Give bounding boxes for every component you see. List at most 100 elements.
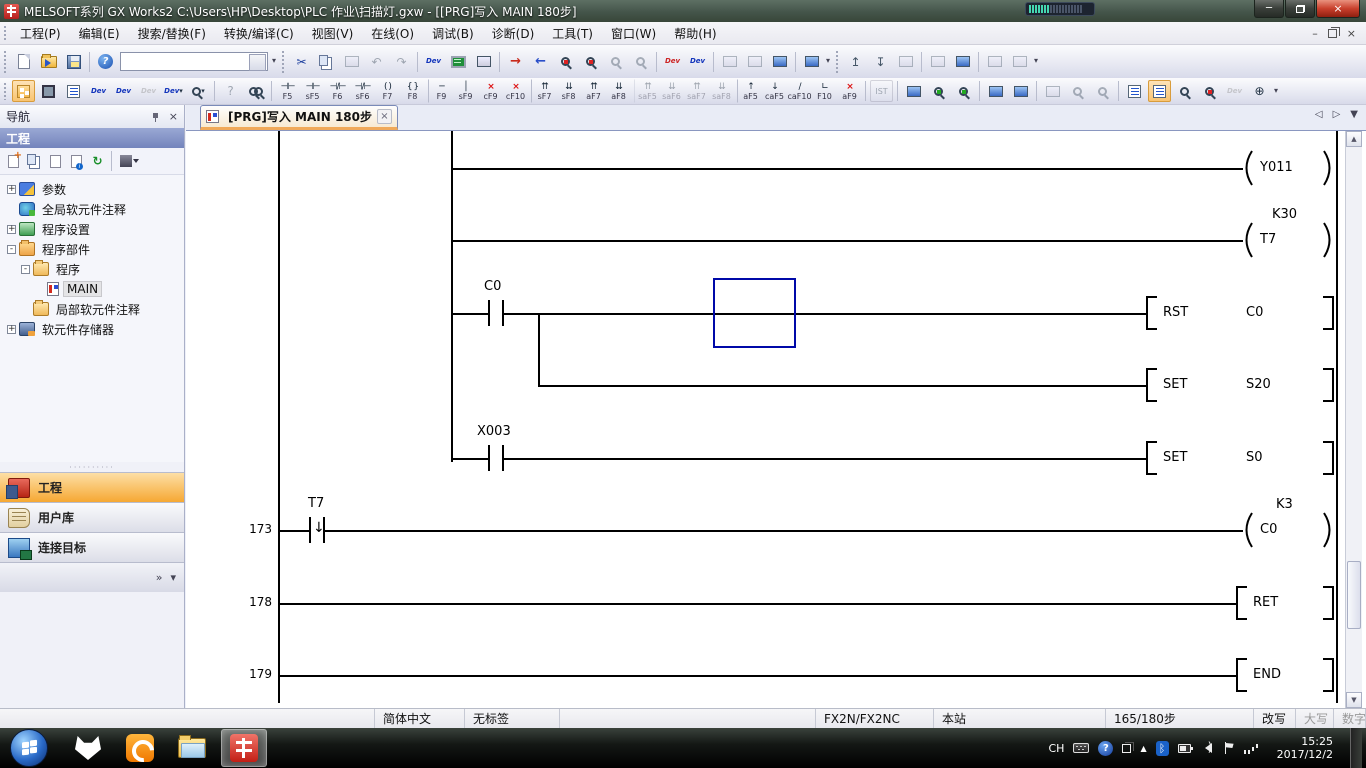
ladder-symbol-button[interactable]: ⇈ saF7	[684, 79, 709, 103]
set-s0-operand-label[interactable]: S0	[1246, 450, 1263, 465]
navigation-window-toggle[interactable]	[12, 80, 35, 102]
ladder-symbol-button[interactable]: × cF10	[503, 79, 528, 103]
window-tile-button[interactable]	[718, 50, 741, 73]
jump-device-button[interactable]	[1009, 80, 1032, 102]
menu-item[interactable]: 在线(O)	[362, 22, 423, 45]
function-block-button[interactable]	[37, 80, 60, 102]
sort-dropdown-button[interactable]	[115, 151, 136, 172]
tree-item[interactable]: 全局软元件注释	[0, 199, 184, 219]
device-search-dropdown-button[interactable]: ▾	[187, 80, 210, 102]
tree-item[interactable]: 局部软元件注释	[0, 299, 184, 319]
menu-item[interactable]: 诊断(D)	[483, 22, 544, 45]
ladder-symbol-button[interactable]: ↑ aF5	[737, 79, 762, 103]
window-cascade-button[interactable]	[743, 50, 766, 73]
ladder-symbol-button[interactable]: ∟ F10	[812, 79, 837, 103]
monitor-stop-button[interactable]	[579, 50, 602, 73]
ladder-symbol-button[interactable]: { } F8	[400, 79, 425, 103]
tab-close-icon[interactable]: ×	[377, 109, 392, 124]
tree-item[interactable]: MAIN	[0, 279, 184, 299]
new-project-button[interactable]	[12, 50, 35, 73]
menu-item[interactable]: 调试(B)	[423, 22, 483, 45]
ladder-symbol-button[interactable]: ⊣/⊢ F6	[325, 79, 350, 103]
tree-expander-icon[interactable]: +	[7, 325, 16, 334]
write-to-plc-button[interactable]: →	[504, 50, 527, 73]
watch-stop-button[interactable]	[952, 80, 975, 102]
tree-expander-icon[interactable]: +	[7, 185, 16, 194]
tab-list-button[interactable]: ▼	[1350, 109, 1358, 120]
device-test-button[interactable]	[472, 50, 495, 73]
tree-item[interactable]: - 程序部件	[0, 239, 184, 259]
ladder-symbol-button[interactable]: │ sF9	[453, 79, 478, 103]
tree-item[interactable]: + 软元件存储器	[0, 319, 184, 339]
taskbar-app-uc-browser[interactable]	[117, 729, 163, 767]
window-jump-button[interactable]	[768, 50, 791, 73]
scroll-up-button[interactable]: ▲	[1346, 131, 1362, 147]
bluetooth-icon[interactable]: ᛒ	[1156, 741, 1169, 756]
toolbar-grip[interactable]	[281, 50, 286, 73]
device-ccl-button[interactable]: Dev	[137, 80, 160, 102]
ladder-symbol-button[interactable]: × cF9	[478, 79, 503, 103]
keyboard-icon[interactable]	[1073, 743, 1089, 753]
statement-list-button[interactable]	[62, 80, 85, 102]
combobox-dropdown-icon[interactable]	[256, 59, 262, 66]
menu-item[interactable]: 工程(P)	[11, 22, 70, 45]
rst-operand-label[interactable]: C0	[1246, 305, 1263, 320]
device-table-button[interactable]: Dev	[112, 80, 135, 102]
taskbar-app-gx-works2[interactable]	[221, 729, 267, 767]
template-button[interactable]	[1041, 80, 1064, 102]
label-area-1-button[interactable]	[983, 50, 1006, 73]
taskbar-clock[interactable]: 15:25 2017/12/2	[1269, 735, 1341, 761]
wiring-view-button[interactable]	[1123, 80, 1146, 102]
ladder-symbol-button[interactable]: ( ) F7	[375, 79, 400, 103]
watch-start-button[interactable]	[927, 80, 950, 102]
restore-button[interactable]	[1285, 0, 1315, 18]
ladder-symbol-button[interactable]: ⊣⊢ F5	[275, 79, 300, 103]
menu-item[interactable]: 工具(T)	[543, 22, 602, 45]
screen-display-button[interactable]	[800, 50, 823, 73]
read-from-plc-button[interactable]: ←	[529, 50, 552, 73]
comment-display-toggle[interactable]	[1148, 80, 1171, 102]
end-op-label[interactable]: END	[1253, 667, 1281, 682]
cut-button[interactable]: ✂	[290, 50, 313, 73]
coil-y011-label[interactable]: Y011	[1260, 160, 1293, 175]
set-s20-op-label[interactable]: SET	[1163, 377, 1187, 392]
device-display-red-button[interactable]: Dev	[661, 50, 684, 73]
mdi-restore-button[interactable]	[1328, 29, 1337, 38]
navigation-close-icon[interactable]: ×	[169, 110, 178, 123]
toolbar-grip[interactable]	[835, 50, 840, 73]
ladder-symbol-button[interactable]: ⊣⊢ sF5	[300, 79, 325, 103]
scrollbar-thumb[interactable]	[1347, 561, 1361, 629]
menu-item[interactable]: 转换/编译(C)	[215, 22, 303, 45]
toolbar-grip[interactable]	[3, 50, 8, 73]
monitor-pause-button[interactable]	[604, 50, 627, 73]
open-project-button[interactable]	[37, 50, 60, 73]
ladder-symbol-button[interactable]: ⊣/⊢ sF6	[350, 79, 375, 103]
monitor-mode-button[interactable]	[447, 50, 470, 73]
mdi-close-button[interactable]: ×	[1347, 27, 1356, 40]
device-comment-button[interactable]: Dev	[422, 50, 445, 73]
ladder-symbol-button[interactable]: ─ F9	[428, 79, 453, 103]
toolbar-overflow-button[interactable]: ▾	[1274, 89, 1278, 94]
refresh-button[interactable]: ↻	[87, 151, 108, 172]
power-battery-icon[interactable]	[1178, 744, 1191, 753]
network-signal-icon[interactable]	[1244, 742, 1260, 754]
help-tray-icon[interactable]: ?	[1098, 741, 1113, 756]
undo-button[interactable]: ↶	[365, 50, 388, 73]
tree-expander-icon[interactable]: -	[7, 245, 16, 254]
panel-splitter[interactable]: ··········	[0, 462, 184, 472]
language-indicator[interactable]: CH	[1048, 742, 1064, 755]
device-batch-button[interactable]: Dev	[1223, 80, 1246, 102]
coil-c0-label[interactable]: C0	[1260, 522, 1277, 537]
ladder-symbol-button[interactable]: ⇊ saF6	[659, 79, 684, 103]
window-titlebar[interactable]: MELSOFT系列 GX Works2 C:\Users\HP\Desktop\…	[0, 0, 1366, 22]
taskbar-app-explorer[interactable]	[169, 729, 215, 767]
coil-t7-label[interactable]: T7	[1260, 232, 1276, 247]
inline-st-button[interactable]	[902, 80, 925, 102]
tree-expander-icon[interactable]: -	[21, 265, 30, 274]
ladder-symbol-button[interactable]: ⇊ aF8	[606, 79, 631, 103]
monitor-resume-button[interactable]	[629, 50, 652, 73]
copy-item-button[interactable]	[24, 151, 45, 172]
more-views-button[interactable]: »	[156, 571, 163, 584]
ladder-symbol-button[interactable]: ⇈ saF5	[634, 79, 659, 103]
edit-cursor-cell[interactable]	[713, 278, 796, 348]
